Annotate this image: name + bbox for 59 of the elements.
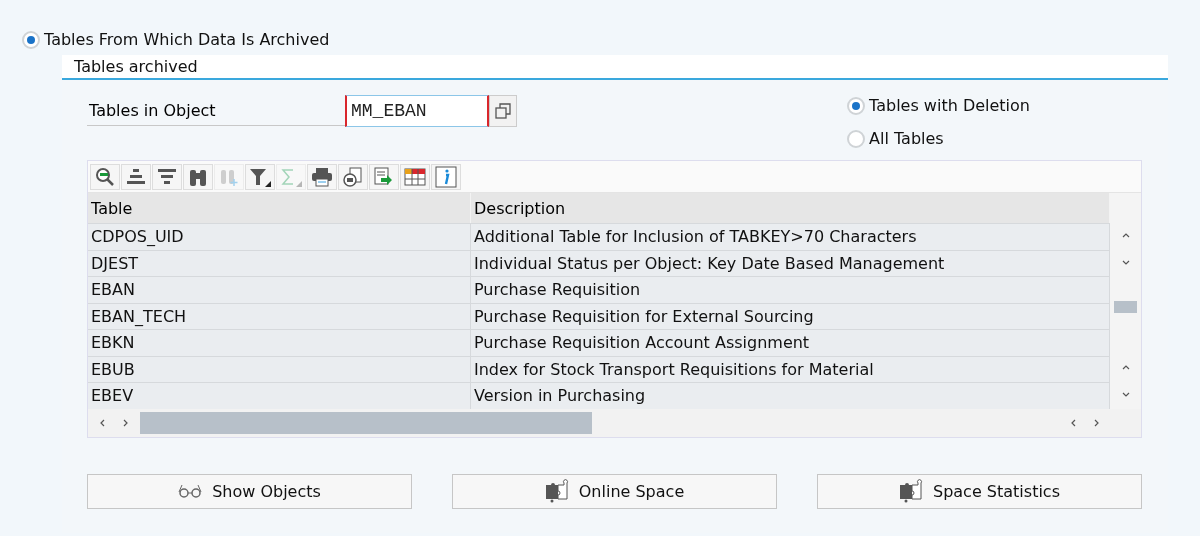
toolbar-button[interactable]: [152, 163, 182, 190]
radio-label[interactable]: Tables with Deletion: [869, 96, 1030, 115]
radio-button[interactable]: [847, 96, 866, 115]
table-cell: EBAN: [88, 277, 471, 303]
filter-icon: [249, 166, 271, 187]
grid-icon: [404, 167, 426, 186]
copy-icon: [495, 103, 511, 119]
chevron-left-icon: [1069, 418, 1077, 427]
radio-label[interactable]: All Tables: [869, 129, 944, 148]
chevron-down-icon: [1121, 259, 1130, 267]
document-export-icon: [374, 166, 394, 187]
scrollbar-thumb[interactable]: [1114, 301, 1137, 313]
chevron-right-icon: [122, 418, 130, 427]
input-field[interactable]: MM_EBAN: [345, 95, 489, 127]
radio-button[interactable]: [847, 129, 866, 148]
horizontal-scrollbar[interactable]: [88, 408, 1141, 437]
table-cell: EBEV: [88, 383, 471, 409]
toolbar-button[interactable]: [307, 163, 337, 190]
info-icon: [435, 165, 457, 188]
table-row[interactable]: EBKN Purchase Requisition Account Assignment: [88, 329, 1110, 356]
vertical-scrollbar[interactable]: [1110, 193, 1141, 409]
scrollbar-thumb[interactable]: [140, 411, 592, 434]
table-cell: EBKN: [88, 330, 471, 356]
toolbar-button[interactable]: [400, 163, 430, 190]
sigma-icon: [280, 166, 302, 187]
table-row[interactable]: EBUB Index for Stock Transport Requisitions for Material: [88, 355, 1110, 382]
toolbar-button[interactable]: [369, 163, 399, 190]
radio-label[interactable]: Tables From Which Data Is Archived: [44, 30, 330, 49]
toolbar-button[interactable]: [90, 163, 120, 190]
document-gear-icon: [343, 166, 363, 187]
sort-descending-icon: [157, 167, 177, 186]
table-row[interactable]: CDPOS_UID Additional Table for Inclusion of TABKEY>70 Characters: [88, 223, 1110, 250]
action-button[interactable]: Show Objects: [87, 473, 412, 509]
value-help-button[interactable]: [489, 95, 517, 127]
chevron-down-icon: [1121, 391, 1130, 399]
table-cell: CDPOS_UID: [88, 224, 471, 250]
toolbar-button[interactable]: [121, 163, 151, 190]
toolbar-button[interactable]: [245, 163, 275, 190]
table-row[interactable]: EBAN_TECH Purchase Requisition for External Sourcing: [88, 302, 1110, 329]
puzzle-icon: [899, 479, 923, 503]
magnifier-icon: [95, 166, 115, 187]
printer-icon: [311, 166, 333, 187]
table-row[interactable]: EBEV Version in Purchasing: [88, 382, 1110, 409]
action-button[interactable]: Online Space: [452, 473, 777, 509]
action-button[interactable]: Space Statistics: [817, 473, 1142, 509]
glasses-icon: [178, 484, 203, 498]
table-row[interactable]: DJEST Individual Status per Object: Key Date Based Management: [88, 249, 1110, 276]
chevron-right-icon: [1093, 418, 1101, 427]
toolbar-button[interactable]: [431, 163, 461, 190]
sort-ascending-icon: [126, 167, 146, 186]
panel-title: Tables archived: [62, 55, 1168, 80]
chevron-left-icon: [98, 418, 106, 427]
puzzle-icon: [544, 479, 569, 503]
radio-button[interactable]: [22, 30, 40, 49]
chevron-up-icon: [1121, 231, 1130, 239]
chevron-up-icon: [1121, 363, 1130, 371]
toolbar-button[interactable]: [183, 163, 213, 190]
table-row[interactable]: EBAN Purchase Requisition: [88, 276, 1110, 303]
toolbar-button[interactable]: [338, 163, 368, 190]
